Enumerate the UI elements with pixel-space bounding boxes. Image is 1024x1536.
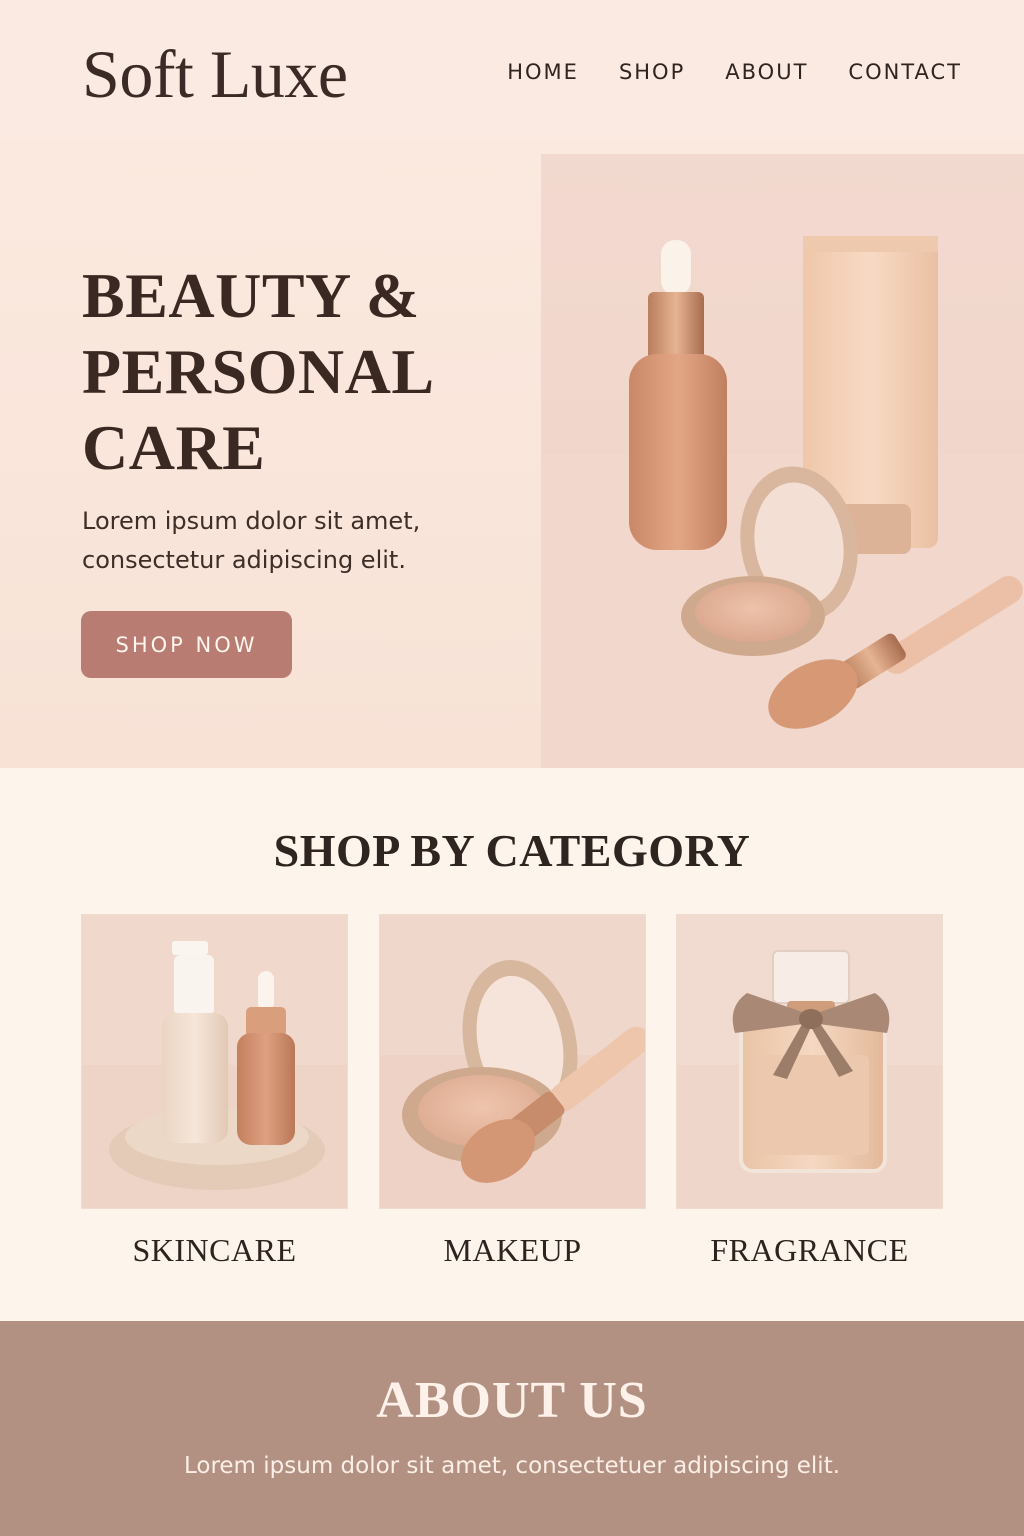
makeup-compact-brush-illustration (380, 915, 645, 1208)
nav-about-link[interactable]: ABOUT (725, 58, 808, 86)
about-section: ABOUT US Lorem ipsum dolor sit amet, con… (0, 1321, 1024, 1536)
nav-shop-link[interactable]: SHOP (619, 58, 685, 86)
hero-description-line: Lorem ipsum dolor sit amet, (82, 507, 421, 535)
hero-product-image (541, 154, 1024, 768)
category-label-fragrance[interactable]: FRAGRANCE (676, 1231, 943, 1269)
shop-by-category-section: SHOP BY CATEGORY SKINCARE MAKEUP FRAGRAN… (0, 768, 1024, 1321)
beauty-products-illustration (541, 154, 1024, 768)
perfume-bottle-illustration (677, 915, 942, 1208)
about-title: ABOUT US (376, 1372, 648, 1429)
nav-contact-link[interactable]: CONTACT (848, 58, 962, 86)
shop-now-button[interactable]: SHOP NOW (81, 611, 292, 678)
main-nav: HOME SHOP ABOUT CONTACT (507, 58, 962, 86)
category-label-skincare[interactable]: SKINCARE (81, 1231, 348, 1269)
makeup-image[interactable] (379, 914, 646, 1209)
hero-description-line: consectetur adipiscing elit. (82, 546, 406, 574)
hero-title-line: CARE (82, 412, 266, 483)
category-card-skincare[interactable]: SKINCARE (81, 914, 348, 1269)
category-section-title: SHOP BY CATEGORY (273, 825, 751, 876)
category-label-makeup[interactable]: MAKEUP (379, 1231, 646, 1269)
about-description: Lorem ipsum dolor sit amet, consectetuer… (183, 1453, 841, 1479)
brand-logo[interactable]: Soft Luxe (82, 38, 348, 110)
hero-title: BEAUTY & PERSONAL CARE (82, 258, 435, 486)
hero-title-line: BEAUTY & (82, 260, 420, 331)
hero-section: BEAUTY & PERSONAL CARE Lorem ipsum dolor… (0, 140, 1024, 768)
skincare-image[interactable] (81, 914, 348, 1209)
fragrance-image[interactable] (676, 914, 943, 1209)
skincare-bottles-illustration (82, 915, 347, 1208)
site-header: Soft Luxe HOME SHOP ABOUT CONTACT (0, 0, 1024, 140)
hero-description: Lorem ipsum dolor sit amet, consectetur … (82, 502, 482, 580)
hero-title-line: PERSONAL (82, 336, 435, 407)
category-card-fragrance[interactable]: FRAGRANCE (676, 914, 943, 1269)
category-card-makeup[interactable]: MAKEUP (379, 914, 646, 1269)
nav-home-link[interactable]: HOME (507, 58, 579, 86)
